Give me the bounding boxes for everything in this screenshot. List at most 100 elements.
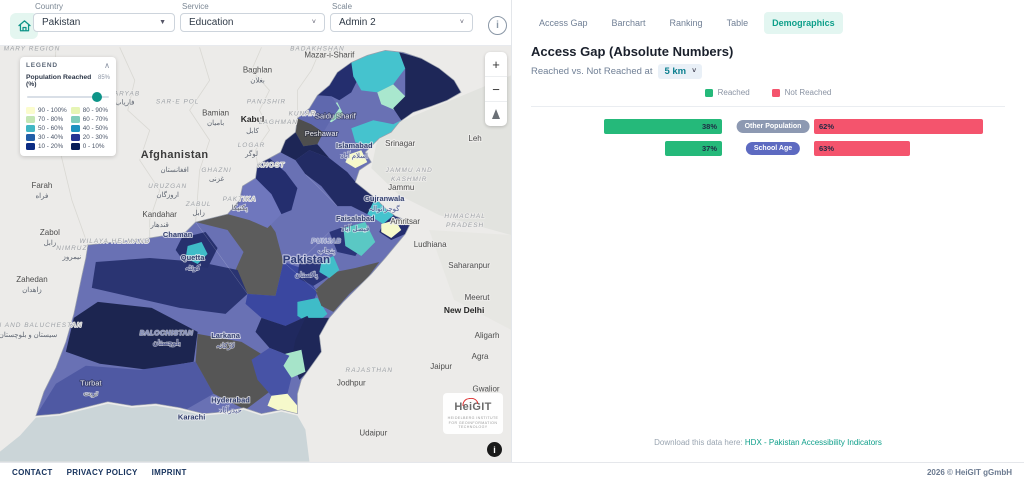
- zoom-out-button[interactable]: −: [485, 77, 507, 102]
- not-reached-percent: 63%: [819, 144, 834, 153]
- legend-range: 20 - 30%: [83, 134, 108, 141]
- map-label-native: لاڑکانہ: [216, 342, 235, 350]
- map-label-native: اروزگان: [156, 190, 179, 199]
- map-label: Leh: [468, 134, 481, 143]
- legend-range: 40 - 50%: [83, 125, 108, 132]
- map-label: Faisalabad: [336, 214, 375, 223]
- map-label: MARY REGION: [4, 45, 61, 52]
- map-label-native: بلوچستان: [153, 339, 181, 347]
- map-label: Srinagar: [385, 139, 415, 148]
- heigit-logo: HeiGIT HEIDELBERG INSTITUTEFOR GEOINFORM…: [443, 393, 503, 434]
- map-label-native: پنجاب: [318, 247, 335, 255]
- legend-item: 40 - 50%: [71, 125, 110, 132]
- legend-item: 30 - 40%: [26, 134, 67, 141]
- map-label: Jodhpur: [337, 379, 366, 388]
- service-select[interactable]: Education ˅: [180, 13, 325, 32]
- map-label: URUZGAN: [148, 183, 187, 190]
- map-label: ZABUL: [185, 201, 212, 208]
- map-label-native: گوجرانوالہ: [369, 204, 400, 213]
- map-label: Peshawar: [305, 129, 339, 138]
- map-label: SAR-E POL: [156, 98, 200, 105]
- heigit-logo-subtext: HEIDELBERG INSTITUTEFOR GEOINFORMATIONTE…: [446, 416, 500, 430]
- map-label: RAJASTHAN: [346, 367, 393, 374]
- download-row: Download this data here: HDX - Pakistan …: [512, 438, 1024, 447]
- map-label: LAGHMAN: [259, 119, 298, 126]
- download-link[interactable]: HDX - Pakistan Accessibility Indicators: [745, 438, 882, 447]
- map-label: Saharanpur: [448, 261, 490, 270]
- chevron-down-icon: ˅: [312, 19, 316, 26]
- country-select[interactable]: Pakistan ▼: [33, 13, 175, 32]
- slider-knob[interactable]: [92, 92, 102, 102]
- footer: CONTACTPRIVACY POLICYIMPRINT 2026 © HeiG…: [0, 462, 1024, 482]
- map-label: PUNJAB: [311, 238, 341, 245]
- map-legend: LEGEND ∧ Population Reached (%) 85% 90 -…: [20, 57, 116, 156]
- map-label: WILAYA HELMAND: [79, 238, 150, 245]
- map-label-native: فاریاب: [115, 98, 134, 106]
- heigit-logo-text: HeiGIT: [454, 401, 491, 413]
- map-label: Quetta: [181, 253, 205, 262]
- legend-items: 90 - 100%80 - 90%70 - 80%60 - 70%50 - 60…: [26, 107, 110, 150]
- map-label-native: افغانستان: [161, 166, 189, 174]
- map-section: Country Pakistan ▼ Service Education ˅ S…: [0, 0, 512, 482]
- legend-range: 50 - 60%: [38, 125, 63, 132]
- country-label: Country: [35, 2, 63, 11]
- legend-range: 70 - 80%: [38, 116, 63, 123]
- legend-range: 30 - 40%: [38, 134, 63, 141]
- map-label: HIMACHAL: [444, 213, 485, 220]
- zoom-in-button[interactable]: +: [485, 52, 507, 77]
- map-label-native: قندهار: [150, 221, 169, 229]
- map-label: KUNAR: [289, 110, 317, 117]
- map-label: PRADESH: [446, 222, 484, 229]
- legend-swatch: [26, 125, 35, 132]
- map-label: Turbat: [80, 379, 102, 388]
- legend-swatch: [71, 143, 80, 150]
- minus-icon: −: [492, 82, 500, 97]
- footer-link-privacy-policy[interactable]: PRIVACY POLICY: [67, 468, 138, 477]
- analysis-panel: Access GapBarchartRankingTableDemographi…: [512, 0, 1024, 462]
- map-label: Larkana: [211, 331, 240, 340]
- map-label-native: بغلان: [250, 76, 265, 84]
- footer-link-contact[interactable]: CONTACT: [12, 468, 53, 477]
- compass-button[interactable]: [485, 102, 507, 126]
- legend-range: 0 - 10%: [83, 143, 105, 150]
- legend-swatch: [26, 143, 35, 150]
- reached-bar: 38%: [604, 119, 722, 134]
- map-label-native: بامیان: [207, 119, 224, 127]
- scale-value: Admin 2: [339, 17, 454, 28]
- map-label-native: غزنی: [209, 176, 225, 183]
- collapse-chevron-icon[interactable]: ∧: [104, 63, 110, 69]
- info-icon: i: [496, 20, 499, 31]
- legend-swatch: [71, 116, 80, 123]
- map-label-native: لوگر: [244, 149, 258, 158]
- map-label-native: زابل: [192, 209, 205, 217]
- map-label: Chaman: [163, 230, 193, 239]
- service-label: Service: [182, 2, 209, 11]
- legend-item: 80 - 90%: [71, 107, 110, 114]
- map-label-native: فراه: [36, 192, 49, 200]
- footer-link-imprint[interactable]: IMPRINT: [152, 468, 187, 477]
- map-canvas[interactable]: AfghanistanافغانستانPakistanپاکستانKabul…: [0, 45, 511, 462]
- scale-select[interactable]: Admin 2 ˅: [330, 13, 473, 32]
- legend-range: 60 - 70%: [83, 116, 108, 123]
- map-label: Pakistan: [283, 254, 330, 266]
- home-icon: [17, 19, 32, 33]
- map-label: Jaipur: [430, 362, 452, 371]
- not-reached-percent: 62%: [819, 122, 834, 131]
- download-text: Download this data here:: [654, 438, 743, 447]
- info-button[interactable]: i: [488, 16, 507, 35]
- legend-swatch: [26, 134, 35, 141]
- map-label: KHOST: [258, 162, 285, 169]
- map-label: SISTAN AND BALUCHESTAN: [0, 322, 83, 329]
- footer-links: CONTACT PRIVACY POLICY IMPRINT: [12, 468, 187, 477]
- map-label-native: پاکستان: [295, 271, 318, 279]
- population-slider[interactable]: [27, 91, 109, 103]
- attribution-button[interactable]: i: [487, 442, 502, 457]
- map-label: NIMRUZ: [56, 245, 87, 252]
- map-label: New Delhi: [444, 305, 484, 315]
- legend-swatch: [26, 107, 35, 114]
- plus-icon: +: [492, 57, 500, 72]
- map-label: GHAZNI: [201, 167, 231, 174]
- not-reached-bar: 62%: [814, 119, 983, 134]
- map-label-native: پکتیکا: [232, 204, 248, 212]
- legend-item: 60 - 70%: [71, 116, 110, 123]
